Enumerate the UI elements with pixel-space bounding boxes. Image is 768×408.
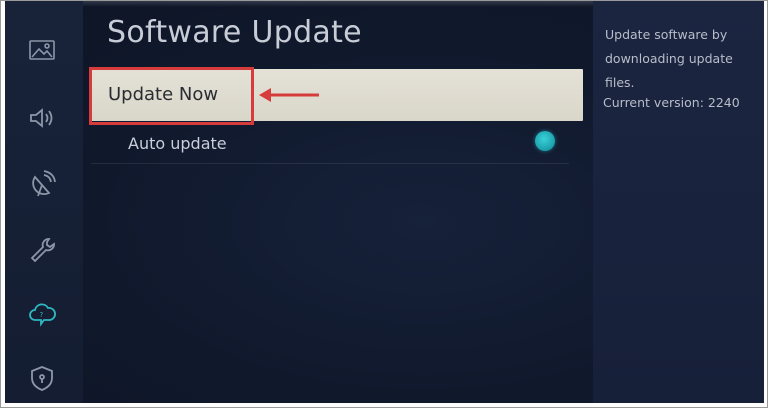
annotation-arrow-icon [259,88,319,102]
support-cloud-icon[interactable]: ? [27,299,57,329]
tv-screen: ? Software Update Update Now Auto update [5,1,764,403]
settings-sidebar: ? [5,1,83,403]
annotation-highlight-box [89,67,254,125]
update-description: Update software by downloading update fi… [605,27,733,90]
tools-icon[interactable] [27,235,57,265]
auto-update-item[interactable]: Auto update [91,127,569,164]
auto-update-toggle[interactable] [535,131,555,151]
previous-title-bleed [83,1,593,7]
privacy-shield-icon[interactable] [27,363,57,393]
info-panel: Update software by downloading update fi… [593,1,764,403]
picture-icon[interactable] [27,35,57,65]
current-version: Current version: 2240 [603,95,740,110]
sound-icon[interactable] [27,103,57,133]
auto-update-label: Auto update [128,134,227,153]
page-title: Software Update [107,15,362,50]
screenshot-frame: ? Software Update Update Now Auto update [0,0,768,408]
broadcasting-icon[interactable] [27,169,57,199]
svg-text:?: ? [40,311,44,319]
